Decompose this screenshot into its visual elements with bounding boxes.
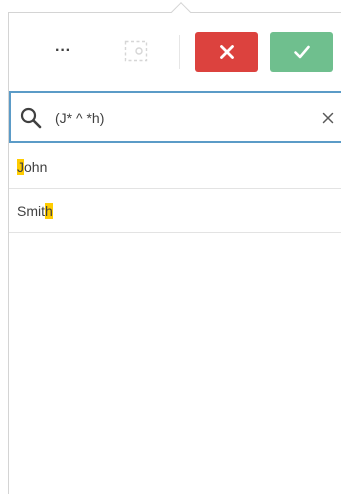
match-highlight: J — [17, 158, 24, 175]
item-text-before: Smit — [17, 202, 45, 219]
checkmark-icon — [293, 45, 310, 59]
cancel-selection-button[interactable] — [195, 32, 258, 72]
clear-search-button[interactable] — [316, 105, 340, 131]
list-item[interactable]: John — [9, 145, 341, 189]
close-icon — [322, 112, 334, 124]
selection-toolbar: ··· — [9, 13, 341, 89]
search-input[interactable] — [55, 105, 295, 131]
item-text-after: ohn — [24, 158, 48, 175]
more-options-icon: ··· — [55, 42, 71, 59]
match-highlight: h — [45, 202, 53, 219]
toolbar-divider — [179, 35, 180, 69]
list-item[interactable]: Smit h — [9, 189, 341, 233]
selection-tool-icon — [124, 40, 148, 62]
search-icon — [20, 107, 42, 129]
selection-popover: ··· (J* ^ *h) J ohn Smit h — [8, 2, 341, 494]
search-box — [9, 91, 341, 143]
confirm-selection-button[interactable] — [270, 32, 333, 72]
selection-tool-button[interactable] — [121, 37, 151, 65]
result-list: John Smit h — [9, 145, 341, 233]
more-options-button[interactable]: ··· — [43, 33, 83, 69]
close-icon — [219, 45, 234, 59]
